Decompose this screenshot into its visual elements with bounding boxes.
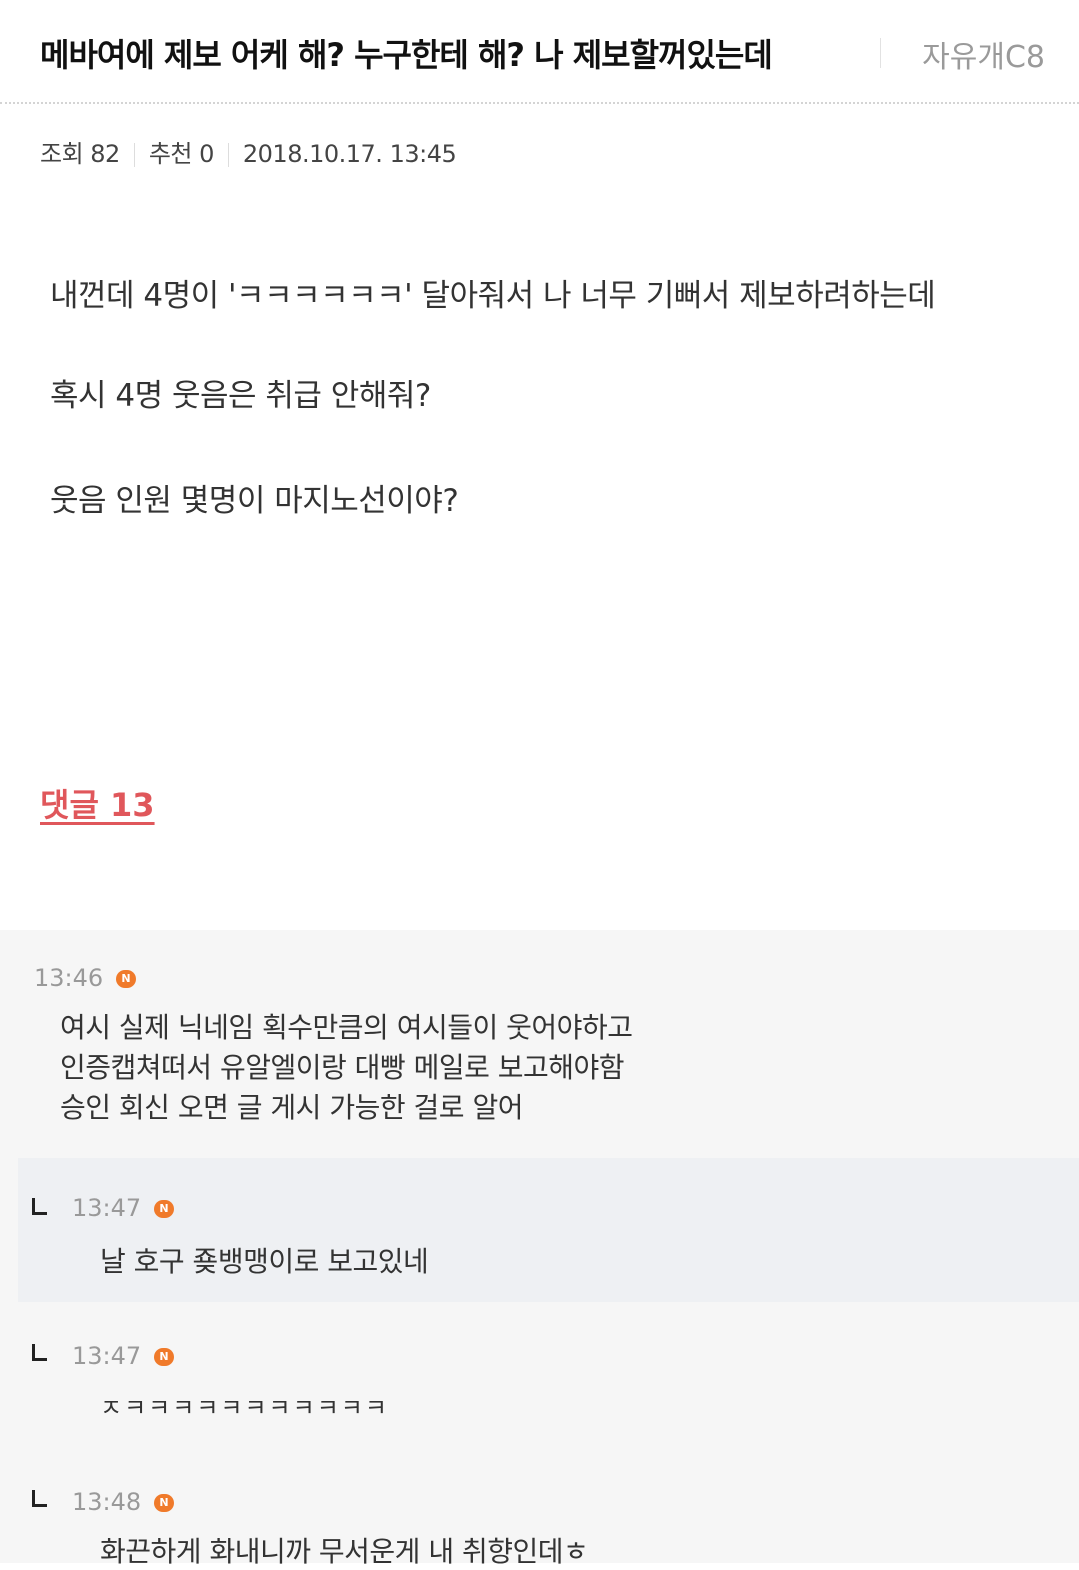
comment-time: 13:46 (34, 964, 104, 992)
post-body-line: 혹시 4명 웃음은 취급 안해줘? (50, 378, 431, 414)
comment-time: 13:48 (72, 1488, 142, 1516)
post-title: 메바여에 제보 어케 해? 누구한테 해? 나 제보할꺼있는데 (40, 36, 773, 74)
board-name[interactable]: 자유개C8 (922, 32, 1045, 76)
comment-text-line: 인증캡쳐떠서 유알엘이랑 대빵 메일로 보고해야함 (60, 1051, 625, 1084)
comments-link[interactable]: 댓글 13 (40, 780, 155, 826)
comment-text-line: 승인 회신 오면 글 게시 가능한 걸로 알어 (60, 1091, 523, 1124)
new-badge-icon: N (154, 1348, 174, 1366)
comment-text: ㅈㅋㅋㅋㅋㅋㅋㅋㅋㅋㅋㅋ (100, 1394, 389, 1422)
reply-comment: 13:47 N 날 호구 죶뱅맹이로 보고있네 (18, 1158, 1079, 1302)
comment-text: 날 호구 죶뱅맹이로 보고있네 (100, 1245, 429, 1278)
divider (880, 38, 881, 68)
comment-text: 화끈하게 화내니까 무서운게 내 취향인데ㅎ (100, 1535, 589, 1568)
comment-time: 13:47 (72, 1342, 142, 1370)
reply-arrow-icon (32, 1198, 47, 1215)
new-badge-icon: N (154, 1494, 174, 1512)
divider (133, 143, 135, 167)
post-body-line: 내껀데 4명이 'ㅋㅋㅋㅋㅋㅋ' 달아줘서 나 너무 기뻐서 제보하려하는데 (50, 278, 936, 314)
post-body-line: 웃음 인원 몇명이 마지노선이야? (50, 483, 459, 519)
recommend-count: 추천 0 (148, 140, 215, 168)
post-header: 메바여에 제보 어케 해? 누구한테 해? 나 제보할꺼있는데 자유개C8 (0, 0, 1079, 104)
comment: 13:46 N 여시 실제 닉네임 획수만큼의 여시들이 웃어야하고 인증캡쳐떠… (0, 930, 1079, 1156)
new-badge-icon: N (154, 1200, 174, 1218)
view-count: 조회 82 (40, 140, 120, 168)
reply-arrow-icon (32, 1490, 47, 1507)
comment-text-line: 여시 실제 닉네임 획수만큼의 여시들이 웃어야하고 (60, 1011, 633, 1044)
new-badge-icon: N (116, 970, 136, 988)
post-date: 2018.10.17. 13:45 (242, 140, 457, 168)
comments-area: 13:46 N 여시 실제 닉네임 획수만큼의 여시들이 웃어야하고 인증캡쳐떠… (0, 930, 1079, 1568)
reply-comment: 13:48 N 화끈하게 화내니까 무서운게 내 취향인데ㅎ (0, 1460, 1079, 1568)
reply-comment: 13:47 N ㅈㅋㅋㅋㅋㅋㅋㅋㅋㅋㅋㅋ (0, 1310, 1079, 1450)
post-meta: 조회 82 추천 0 2018.10.17. 13:45 (40, 134, 457, 169)
divider (227, 143, 229, 167)
reply-arrow-icon (32, 1344, 47, 1361)
comment-time: 13:47 (72, 1194, 142, 1222)
